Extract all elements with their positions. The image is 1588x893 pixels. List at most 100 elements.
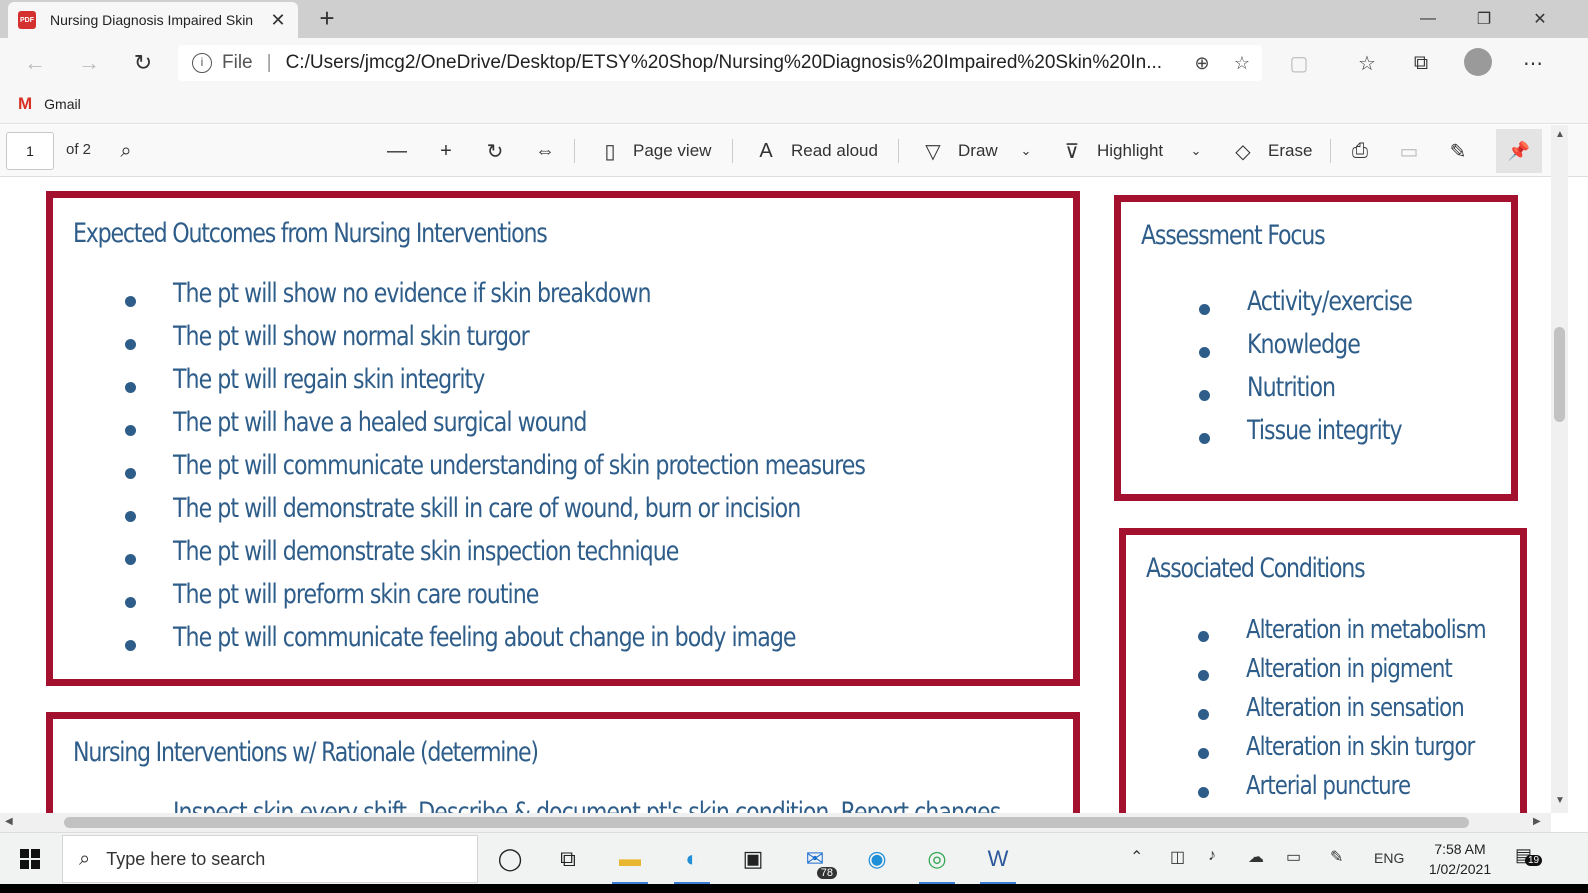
favorites-bar: M Gmail: [0, 88, 1588, 124]
url-text[interactable]: C:/Users/jmcg2/OneDrive/Desktop/ETSY%20S…: [286, 52, 1182, 74]
new-tab-button[interactable]: +: [312, 4, 342, 34]
profile-avatar[interactable]: [1464, 48, 1492, 76]
favorite-gmail[interactable]: M Gmail: [18, 94, 81, 114]
word-icon[interactable]: W: [976, 837, 1020, 885]
collections-icon[interactable]: ⧉: [1404, 47, 1438, 79]
taskbar: ⌕ Type here to search ◯ ⧉ ▬ ◐ ▣ ✉ 78 ◉ ◎ …: [0, 832, 1588, 885]
back-icon[interactable]: ←: [18, 47, 52, 79]
battery-icon[interactable]: ▭: [1286, 847, 1301, 867]
pen-icon[interactable]: ✎: [1330, 847, 1343, 867]
search-icon[interactable]: ⌕: [112, 137, 140, 165]
page-view-icon[interactable]: ▯: [596, 137, 624, 165]
draw-icon[interactable]: ▽: [919, 137, 947, 165]
horizontal-scroll-thumb[interactable]: [64, 817, 1469, 828]
save-icon[interactable]: ▭: [1395, 137, 1423, 165]
zoom-in-icon[interactable]: +: [432, 137, 460, 165]
clock-time: 7:58 AM: [1434, 841, 1486, 857]
associated-conditions-heading: Associated Conditions: [1146, 553, 1366, 584]
assessment-focus-box: Assessment Focus Activity/exercise Knowl…: [1114, 195, 1518, 501]
favorites-icon[interactable]: ☆: [1350, 47, 1384, 79]
page-view-button[interactable]: Page view: [633, 141, 711, 161]
volume-icon[interactable]: ♪: [1208, 847, 1216, 865]
pdf-document: Expected Outcomes from Nursing Intervent…: [0, 177, 1551, 813]
read-aloud-icon[interactable]: A: [752, 137, 780, 165]
more-options-icon[interactable]: ⋯: [1516, 47, 1550, 79]
fit-page-icon[interactable]: ⇔: [531, 137, 559, 165]
address-bar[interactable]: i File | C:/Users/jmcg2/OneDrive/Desktop…: [178, 45, 1262, 81]
chevron-up-icon[interactable]: ⌃: [1130, 847, 1143, 867]
zoom-out-icon[interactable]: —: [383, 137, 411, 165]
store-icon[interactable]: ▣: [731, 837, 775, 881]
draw-chevron-down-icon[interactable]: ⌄: [1012, 137, 1040, 165]
notification-icon[interactable]: ▤ 19: [1515, 845, 1543, 871]
list-item: The pt will preform skin care routine: [125, 579, 1017, 622]
search-placeholder: Type here to search: [106, 848, 266, 869]
toolbar-divider: [898, 139, 899, 163]
clock-date: 1/02/2021: [1428, 861, 1492, 877]
erase-button[interactable]: Erase: [1268, 141, 1312, 161]
clock[interactable]: 7:58 AM 1/02/2021: [1420, 839, 1500, 879]
highlight-button[interactable]: Highlight: [1097, 141, 1163, 161]
scroll-down-icon[interactable]: ▼: [1555, 795, 1565, 806]
language-indicator[interactable]: ENG: [1374, 850, 1404, 866]
close-tab-icon[interactable]: ✕: [268, 10, 288, 31]
nav-bar: ← → ↻ i File | C:/Users/jmcg2/OneDrive/D…: [0, 38, 1588, 88]
vertical-scroll-thumb[interactable]: [1554, 327, 1565, 422]
scroll-left-icon[interactable]: ◀: [5, 816, 13, 827]
highlight-chevron-down-icon[interactable]: ⌄: [1182, 137, 1210, 165]
assessment-focus-list: Activity/exercise Knowledge Nutrition Ti…: [1199, 286, 1448, 458]
list-item: The pt will communicate understanding of…: [125, 450, 1017, 493]
start-button[interactable]: [0, 833, 60, 885]
erase-icon[interactable]: ◇: [1229, 137, 1257, 165]
tab-strip: PDF Nursing Diagnosis Impaired Skin ✕ + …: [0, 0, 1588, 38]
page-number-input[interactable]: 1: [6, 132, 54, 170]
list-item: The pt will communicate feeling about ch…: [125, 622, 1017, 665]
notification-count: 19: [1525, 855, 1543, 866]
toolbar-divider: [1330, 139, 1331, 163]
tab-title: Nursing Diagnosis Impaired Skin: [50, 12, 254, 28]
info-icon[interactable]: i: [192, 53, 212, 73]
edge-icon[interactable]: ◐: [670, 837, 714, 885]
close-window-icon[interactable]: ✕: [1512, 0, 1568, 38]
chrome-icon[interactable]: ◎: [915, 837, 959, 885]
scroll-right-icon[interactable]: ▶: [1533, 816, 1541, 827]
vertical-scrollbar[interactable]: ▲ ▼: [1551, 125, 1568, 813]
add-favorite-icon[interactable]: ☆: [1222, 53, 1262, 74]
app-icon[interactable]: ◉: [855, 837, 899, 881]
address-label: File: [222, 52, 253, 73]
task-view-icon[interactable]: ⧉: [546, 837, 590, 881]
forward-icon[interactable]: →: [72, 47, 106, 79]
list-item: The pt will demonstrate skin inspection …: [125, 536, 1017, 579]
cortana-icon[interactable]: ◯: [488, 837, 532, 881]
address-separator: |: [266, 52, 272, 73]
list-item: Inspect skin every shift. Describe & doc…: [125, 797, 1182, 813]
expected-outcomes-list: The pt will show no evidence if skin bre…: [125, 278, 1017, 665]
rotate-icon[interactable]: ↻: [481, 137, 509, 165]
taskbar-search[interactable]: ⌕ Type here to search: [62, 835, 478, 883]
nursing-interventions-list: Inspect skin every shift. Describe & doc…: [125, 797, 1182, 813]
list-item: Arterial puncture: [1198, 771, 1538, 810]
highlight-icon[interactable]: ⊽: [1058, 137, 1086, 165]
list-item: Tissue integrity: [1199, 415, 1448, 458]
draw-button[interactable]: Draw: [958, 141, 998, 161]
mail-icon[interactable]: ✉ 78: [793, 837, 837, 881]
list-item: Activity/exercise: [1199, 286, 1448, 329]
immersive-reader-icon[interactable]: ▢: [1282, 47, 1316, 79]
pdf-icon: PDF: [18, 11, 36, 29]
minimize-icon[interactable]: —: [1400, 0, 1456, 38]
restore-icon[interactable]: ❐: [1456, 0, 1512, 38]
assessment-focus-heading: Assessment Focus: [1141, 220, 1326, 251]
file-explorer-icon[interactable]: ▬: [608, 837, 652, 885]
horizontal-scrollbar[interactable]: ◀ ▶: [0, 813, 1551, 832]
toolbar-divider: [574, 139, 575, 163]
print-icon[interactable]: ⎙: [1346, 137, 1374, 165]
onedrive-icon[interactable]: ☁: [1248, 847, 1264, 867]
tab-pdf[interactable]: PDF Nursing Diagnosis Impaired Skin ✕: [8, 2, 298, 38]
meet-now-icon[interactable]: ◫: [1170, 847, 1185, 867]
read-aloud-button[interactable]: Read aloud: [791, 141, 878, 161]
zoom-icon[interactable]: ⊕: [1182, 53, 1222, 74]
save-as-icon[interactable]: ✎: [1444, 137, 1472, 165]
refresh-icon[interactable]: ↻: [126, 47, 160, 79]
pin-toolbar-icon[interactable]: 📌: [1496, 129, 1542, 173]
scroll-up-icon[interactable]: ▲: [1555, 129, 1565, 140]
